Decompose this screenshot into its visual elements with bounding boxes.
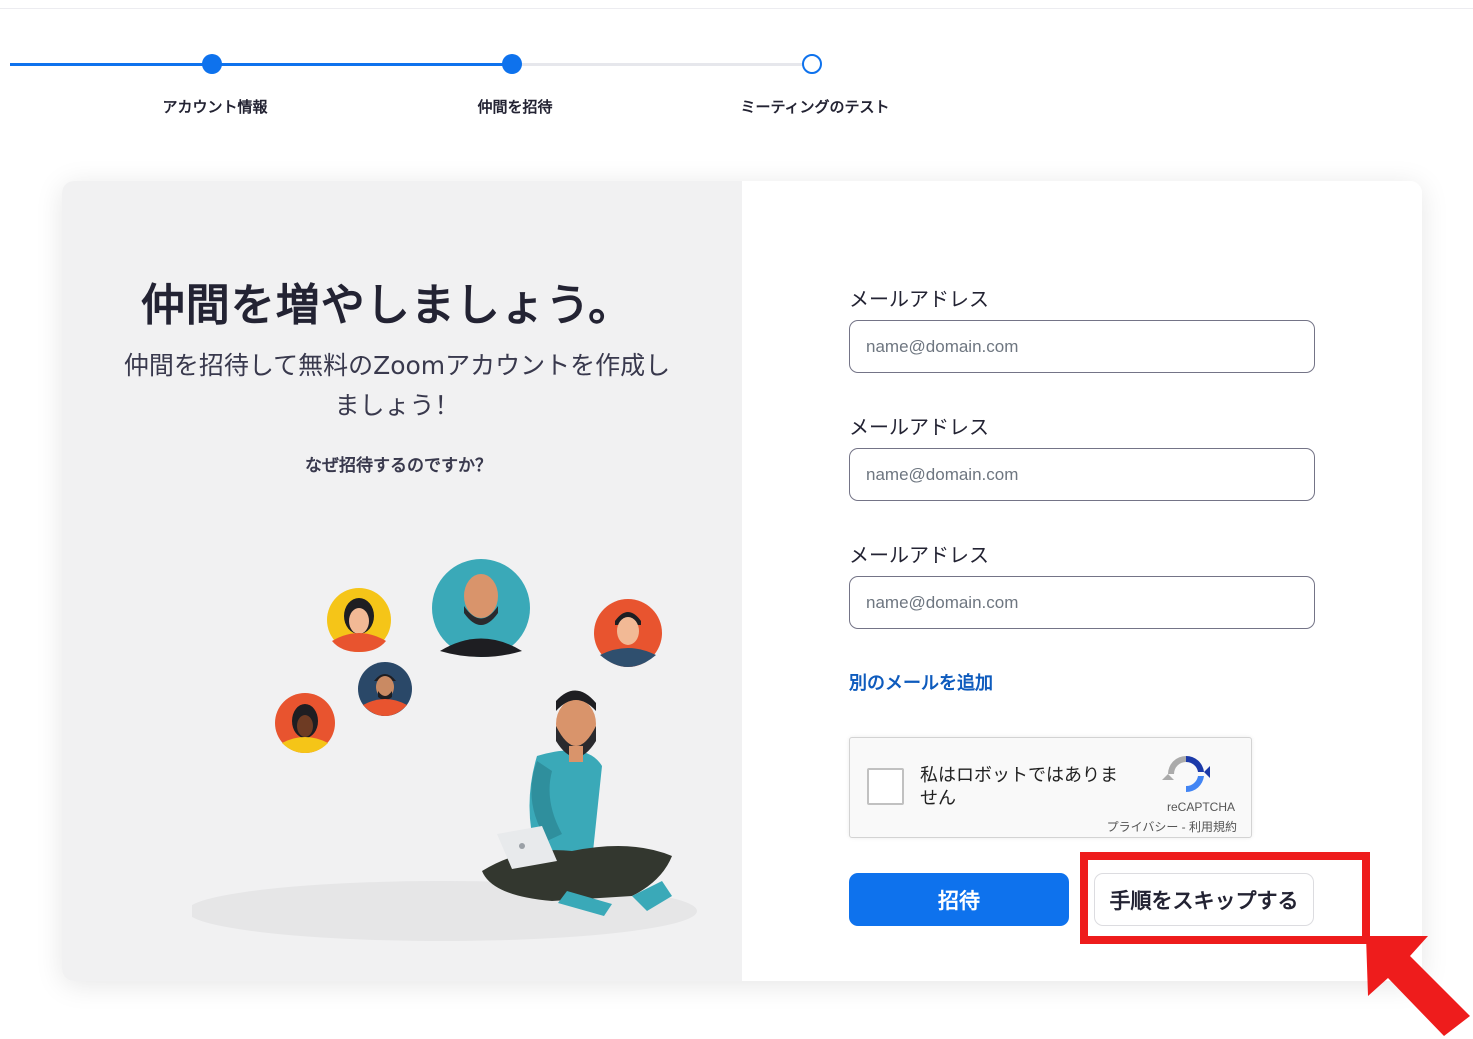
avatar-man-orange-icon xyxy=(594,599,662,667)
stepper-track-pending xyxy=(512,63,812,66)
step-dot-test-meeting xyxy=(802,54,822,74)
page-title: 仲間を増やしましょう。 xyxy=(140,280,634,331)
recaptcha-widget: 私はロボットではありません reCAPTCHA プライバシー - 利用規約 xyxy=(849,737,1252,838)
avatar-bald-man-icon xyxy=(432,559,530,657)
skip-button-highlight-box xyxy=(1080,852,1370,944)
avatar-man-navy-icon xyxy=(358,662,412,716)
recaptcha-brand: reCAPTCHA xyxy=(1166,800,1235,814)
step-dot-account-info xyxy=(202,54,222,74)
why-invite-link[interactable]: なぜ招待するのですか？ xyxy=(62,451,735,476)
step-label-invite: 仲間を招待 xyxy=(477,98,553,116)
avatar-woman-dark-icon xyxy=(275,693,335,753)
intro-subtext: 仲間を招待して無料のZoomアカウントを作成しましょう！ xyxy=(123,351,671,420)
step-label-account-info: アカウント情報 xyxy=(162,98,268,116)
recaptcha-checkbox[interactable] xyxy=(867,768,904,805)
stepper-track-complete xyxy=(10,63,512,66)
email-label-2: メールアドレス xyxy=(849,415,989,439)
email-field-1[interactable] xyxy=(849,320,1315,373)
step-label-test-meeting: ミーティングのテスト xyxy=(740,98,890,116)
recaptcha-logo-icon xyxy=(1162,755,1210,793)
add-email-link[interactable]: 別のメールを追加 xyxy=(849,669,993,695)
email-label-1: メールアドレス xyxy=(849,287,989,311)
recaptcha-terms-link[interactable]: プライバシー - 利用規約 xyxy=(1107,818,1237,835)
email-field-2[interactable] xyxy=(849,448,1315,501)
email-field-3[interactable] xyxy=(849,576,1315,629)
sitting-man-with-laptop-icon xyxy=(482,690,672,916)
progress-stepper: アカウント情報 仲間を招待 ミーティングのテスト xyxy=(0,0,1000,130)
red-pointer-arrow-icon xyxy=(1366,936,1470,1036)
step-dot-invite xyxy=(502,54,522,74)
email-label-3: メールアドレス xyxy=(849,543,989,567)
people-illustration xyxy=(192,559,697,941)
recaptcha-label: 私はロボットではありません xyxy=(920,765,1118,809)
intro-panel: 仲間を増やしましょう。 仲間を招待して無料のZoomアカウントを作成しましょう！… xyxy=(62,181,742,981)
invite-button[interactable]: 招待 xyxy=(849,873,1069,926)
avatar-woman-icon xyxy=(327,588,391,652)
